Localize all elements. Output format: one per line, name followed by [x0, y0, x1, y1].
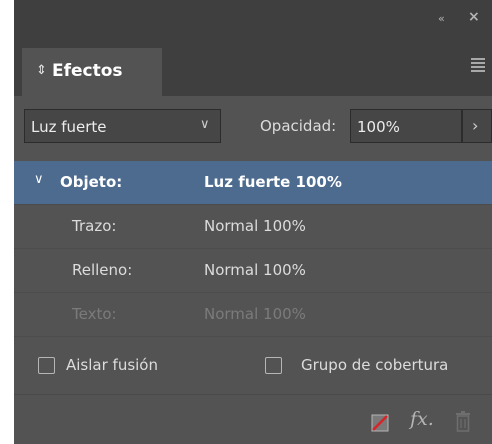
effect-row-value: Normal 100% [204, 261, 306, 279]
triangle-down-icon[interactable]: ∨ [34, 172, 44, 187]
tab-efectos[interactable]: ⇕ Efectos [22, 48, 162, 96]
effects-panel: « × ⇕ Efectos Luz fuerte ∨ Opacidad: 100… [14, 0, 492, 444]
effect-row-value: Normal 100% [204, 217, 306, 235]
chevron-down-icon: ∨ [200, 117, 210, 132]
effect-row-texto: Texto: Normal 100% [14, 293, 492, 337]
knockout-group-label[interactable]: Grupo de cobertura [301, 356, 448, 374]
effect-row-label: Trazo: [72, 217, 117, 235]
effects-list: ∨ Objeto: Luz fuerte 100% Trazo: Normal … [14, 161, 492, 337]
isolate-blending-label[interactable]: Aislar fusión [66, 356, 158, 374]
effect-row-value: Normal 100% [204, 305, 306, 323]
collapse-icon[interactable]: « [438, 12, 445, 25]
effect-row-relleno[interactable]: Relleno: Normal 100% [14, 249, 492, 293]
tab-row: ⇕ Efectos [14, 40, 492, 96]
panel-menu-icon[interactable] [471, 58, 485, 74]
panel-top-bar: « × [14, 0, 492, 40]
tab-title: Efectos [52, 61, 123, 81]
effect-row-label: Texto: [72, 305, 117, 323]
chevron-right-icon: › [472, 116, 479, 135]
effect-row-label: Objeto: [60, 173, 123, 191]
opacity-value: 100% [357, 118, 400, 136]
trash-icon [456, 411, 470, 432]
isolate-blending-checkbox[interactable] [38, 357, 55, 374]
knockout-group-checkbox[interactable] [265, 357, 282, 374]
tab-toggle-icon[interactable]: ⇕ [36, 63, 47, 78]
blend-mode-select[interactable]: Luz fuerte ∨ [24, 109, 221, 143]
effect-row-objeto[interactable]: ∨ Objeto: Luz fuerte 100% [14, 161, 492, 205]
footer-divider [14, 394, 492, 395]
opacity-slider-button[interactable]: › [462, 109, 492, 143]
blend-mode-value: Luz fuerte [31, 118, 107, 136]
effect-row-value: Luz fuerte 100% [204, 173, 342, 191]
fx-icon[interactable]: fx. [410, 408, 434, 430]
clear-effects-icon[interactable] [371, 414, 389, 432]
close-icon[interactable]: × [468, 9, 480, 25]
opacity-input[interactable]: 100% [350, 109, 462, 143]
effect-row-trazo[interactable]: Trazo: Normal 100% [14, 205, 492, 249]
effect-row-label: Relleno: [72, 261, 133, 279]
opacity-label: Opacidad: [260, 117, 337, 135]
